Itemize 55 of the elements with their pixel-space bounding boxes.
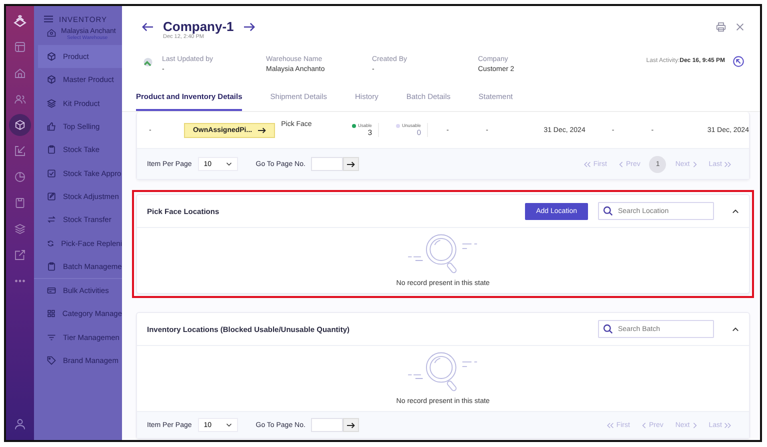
chevron-right-icon [692,422,697,428]
layout-icon [14,41,26,53]
close-icon[interactable] [736,23,744,31]
chevron-right-icon [692,160,697,168]
forward-arrow-icon[interactable] [244,22,255,32]
cube-icon [14,119,26,131]
cube-icon [47,75,56,84]
caret-icon [226,423,232,427]
double-chevron-left-icon [606,422,614,428]
arrow-right-icon [258,126,266,134]
layers-icon [47,98,56,108]
chevron-left-icon [618,160,624,168]
home-icon [47,28,56,37]
page-title: Company-1 [163,18,234,34]
clipboard-icon [47,262,56,271]
tag-icon [47,356,56,365]
cube-icon [47,52,56,62]
page-number-field[interactable] [311,418,344,432]
double-chevron-right-icon [724,422,732,428]
thumbs-up-icon [47,122,56,132]
pie-chart-icon [14,171,26,183]
search-icon [603,324,613,334]
arrow-right-icon [347,422,356,428]
go-button[interactable] [343,418,360,432]
arrow-in-box-icon [14,145,26,157]
refresh-icon [47,238,54,248]
collapse-caret-icon[interactable] [732,326,739,332]
swap-icon [47,215,56,224]
home-icon [14,67,26,79]
clipboard-icon [47,145,56,154]
double-chevron-right-icon [724,160,732,168]
search-icon [603,206,613,216]
arrow-circle-icon[interactable] [733,56,744,67]
edit-icon [47,192,56,201]
user-icon[interactable] [14,418,26,430]
filter-icon [47,332,56,342]
clipboard-icon [14,197,26,209]
external-link-icon [14,249,26,261]
layers-icon [14,223,26,235]
arrow-right-icon [347,160,356,168]
grid-icon [47,309,56,318]
back-arrow-icon[interactable] [142,22,153,32]
page-number-field[interactable] [311,157,344,171]
print-icon[interactable] [716,22,726,32]
logo-icon [13,14,27,28]
users-icon [14,93,26,105]
menu-icon[interactable] [44,15,53,23]
caret-icon [226,162,232,166]
checkbox-icon [47,168,56,178]
card-icon [47,286,56,296]
double-chevron-left-icon [583,160,592,168]
rail-nav-item[interactable] [9,114,31,136]
go-button[interactable] [343,157,360,171]
collapse-caret-icon[interactable] [732,208,739,214]
chevron-left-icon [642,422,647,428]
